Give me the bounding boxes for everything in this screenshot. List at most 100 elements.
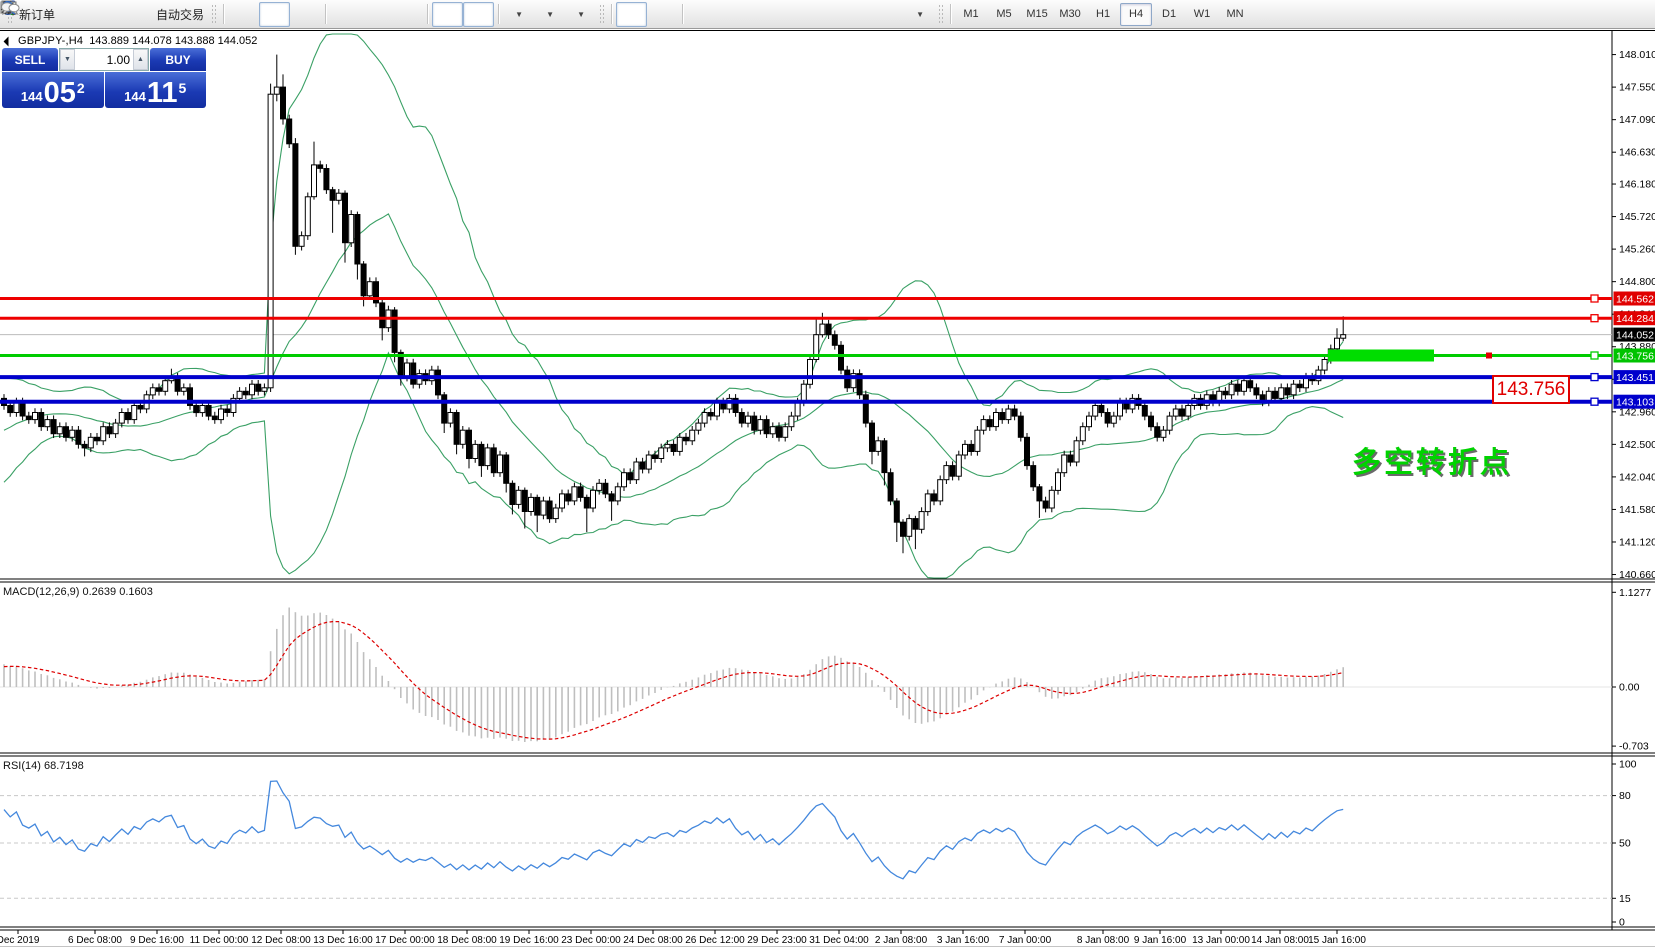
- dropdown-caret: ▼: [546, 10, 554, 19]
- timeframe-d1[interactable]: D1: [1153, 3, 1185, 26]
- volume-stepper: ▼ ▲: [59, 48, 149, 71]
- mql5-terminal-icon-button[interactable]: [90, 2, 121, 27]
- candles-layer: [2, 55, 1346, 554]
- vertical-line-tool-button[interactable]: [687, 2, 718, 27]
- sell-button[interactable]: SELL: [2, 48, 58, 71]
- new-order-button[interactable]: 新订单: [15, 2, 59, 27]
- chart-area[interactable]: 148.010147.550147.090146.630146.180145.7…: [0, 31, 1655, 947]
- sell-price-display[interactable]: 144052: [2, 72, 104, 108]
- zoom-in-button[interactable]: [330, 2, 361, 27]
- svg-text:29 Dec 23:00: 29 Dec 23:00: [747, 935, 807, 946]
- fibonacci-tool-button[interactable]: F: [811, 2, 842, 27]
- svg-text:144.284: 144.284: [1616, 313, 1654, 325]
- timeframe-m15[interactable]: M15: [1021, 3, 1053, 26]
- gold-bars-icon-button[interactable]: [59, 2, 90, 27]
- svg-text:11 Dec 00:00: 11 Dec 00:00: [190, 935, 249, 946]
- one-click-trading-panel: SELL ▼ ▲ BUY 144052 144115: [2, 48, 206, 108]
- buy-button[interactable]: BUY: [150, 48, 206, 71]
- svg-text:2 Jan 08:00: 2 Jan 08:00: [875, 935, 928, 946]
- svg-text:100: 100: [1619, 759, 1637, 771]
- timeframe-m1[interactable]: M1: [955, 3, 987, 26]
- highlight-band[interactable]: [1328, 350, 1434, 362]
- search-button[interactable]: [1589, 2, 1620, 27]
- time-axis[interactable]: Dec 20196 Dec 08:009 Dec 16:0011 Dec 00:…: [0, 930, 1366, 946]
- svg-text:144.562: 144.562: [1616, 293, 1654, 305]
- cursor-tool-button[interactable]: [616, 2, 647, 27]
- price-callout-label[interactable]: 143.756: [1492, 375, 1570, 404]
- svg-text:142.040: 142.040: [1619, 471, 1655, 483]
- svg-text:146.630: 146.630: [1619, 147, 1655, 159]
- templates-button[interactable]: ▼: [565, 2, 596, 27]
- volume-input[interactable]: [75, 53, 133, 67]
- macd-axis[interactable]: 1.12770.00-0.703: [1612, 587, 1651, 753]
- timeframe-m30[interactable]: M30: [1054, 3, 1086, 26]
- community-button[interactable]: [1620, 2, 1651, 27]
- separator: [325, 4, 326, 24]
- svg-text:13 Dec 16:00: 13 Dec 16:00: [313, 935, 373, 946]
- rsi-label: RSI(14) 68.7198: [3, 760, 84, 772]
- dropdown-caret: ▼: [916, 10, 924, 19]
- svg-text:145.260: 145.260: [1619, 244, 1655, 256]
- autotrading-button[interactable]: 自动交易: [152, 2, 208, 27]
- timeframe-m5[interactable]: M5: [988, 3, 1020, 26]
- chart-shift-button[interactable]: [463, 2, 494, 27]
- turning-point-annotation[interactable]: 多空转折点: [1352, 439, 1512, 481]
- svg-text:50: 50: [1619, 838, 1631, 850]
- toolbar-grip: [211, 4, 216, 24]
- trendline-tool-button[interactable]: [749, 2, 780, 27]
- bar-chart-button[interactable]: [228, 2, 259, 27]
- dropdown-caret: ▼: [577, 10, 585, 19]
- separator: [682, 4, 683, 24]
- svg-text:147.090: 147.090: [1619, 114, 1655, 126]
- svg-text:147.550: 147.550: [1619, 82, 1655, 94]
- macd-signal-line: [4, 622, 1343, 740]
- svg-text:146.180: 146.180: [1619, 179, 1655, 191]
- symbol-header: GBPJPY-,H4 143.889 144.078 143.888 144.0…: [5, 35, 257, 47]
- svg-text:26 Dec 12:00: 26 Dec 12:00: [685, 935, 745, 946]
- tile-windows-button[interactable]: [392, 2, 423, 27]
- text-label-tool-button[interactable]: T: [873, 2, 904, 27]
- timeframe-h4[interactable]: H4: [1120, 3, 1152, 26]
- arrows-tool-button[interactable]: ▼: [904, 2, 935, 27]
- volume-decrease-button[interactable]: ▼: [60, 49, 75, 70]
- svg-text:143.451: 143.451: [1616, 372, 1654, 384]
- svg-text:1.1277: 1.1277: [1619, 587, 1651, 599]
- zoom-out-button[interactable]: [361, 2, 392, 27]
- indicators-button[interactable]: ▼: [503, 2, 534, 27]
- svg-text:9 Dec 16:00: 9 Dec 16:00: [130, 935, 184, 946]
- periods-button[interactable]: ▼: [534, 2, 565, 27]
- svg-text:143.103: 143.103: [1616, 397, 1654, 409]
- text-tool-button[interactable]: A: [842, 2, 873, 27]
- hline-handle: [1591, 315, 1598, 322]
- bollinger-lower-line: [4, 353, 1343, 578]
- panel-separators[interactable]: [0, 579, 1655, 930]
- callout-anchor[interactable]: [1486, 353, 1492, 359]
- signals-icon-button[interactable]: [121, 2, 152, 27]
- svg-text:80: 80: [1619, 790, 1631, 802]
- svg-text:18 Dec 08:00: 18 Dec 08:00: [437, 935, 497, 946]
- svg-text:142.500: 142.500: [1619, 439, 1655, 451]
- line-chart-button[interactable]: [290, 2, 321, 27]
- timeframe-h1[interactable]: H1: [1087, 3, 1119, 26]
- svg-text:3 Jan 16:00: 3 Jan 16:00: [937, 935, 990, 946]
- buy-price-display[interactable]: 144115: [105, 72, 207, 108]
- crosshair-tool-button[interactable]: [647, 2, 678, 27]
- candlestick-chart-button[interactable]: [259, 2, 290, 27]
- bollinger-bands: [4, 34, 1343, 578]
- timeframe-w1[interactable]: W1: [1186, 3, 1218, 26]
- auto-scroll-button[interactable]: [432, 2, 463, 27]
- svg-text:0: 0: [1619, 917, 1625, 929]
- separator: [611, 4, 612, 24]
- rsi-axis[interactable]: 1008050150: [1612, 759, 1637, 929]
- svg-text:6 Dec 08:00: 6 Dec 08:00: [68, 935, 122, 946]
- timeframe-mn[interactable]: MN: [1219, 3, 1251, 26]
- macd-label: MACD(12,26,9) 0.2639 0.1603: [3, 586, 153, 598]
- chat-bubbles-icon: [0, 0, 20, 16]
- autotrading-label: 自动交易: [156, 6, 204, 23]
- horizontal-line-tool-button[interactable]: [718, 2, 749, 27]
- volume-increase-button[interactable]: ▲: [133, 49, 148, 70]
- svg-text:7 Jan 00:00: 7 Jan 00:00: [999, 935, 1052, 946]
- equidistant-channel-tool-button[interactable]: E: [780, 2, 811, 27]
- dropdown-caret: ▼: [515, 10, 523, 19]
- hline-handle: [1591, 352, 1598, 359]
